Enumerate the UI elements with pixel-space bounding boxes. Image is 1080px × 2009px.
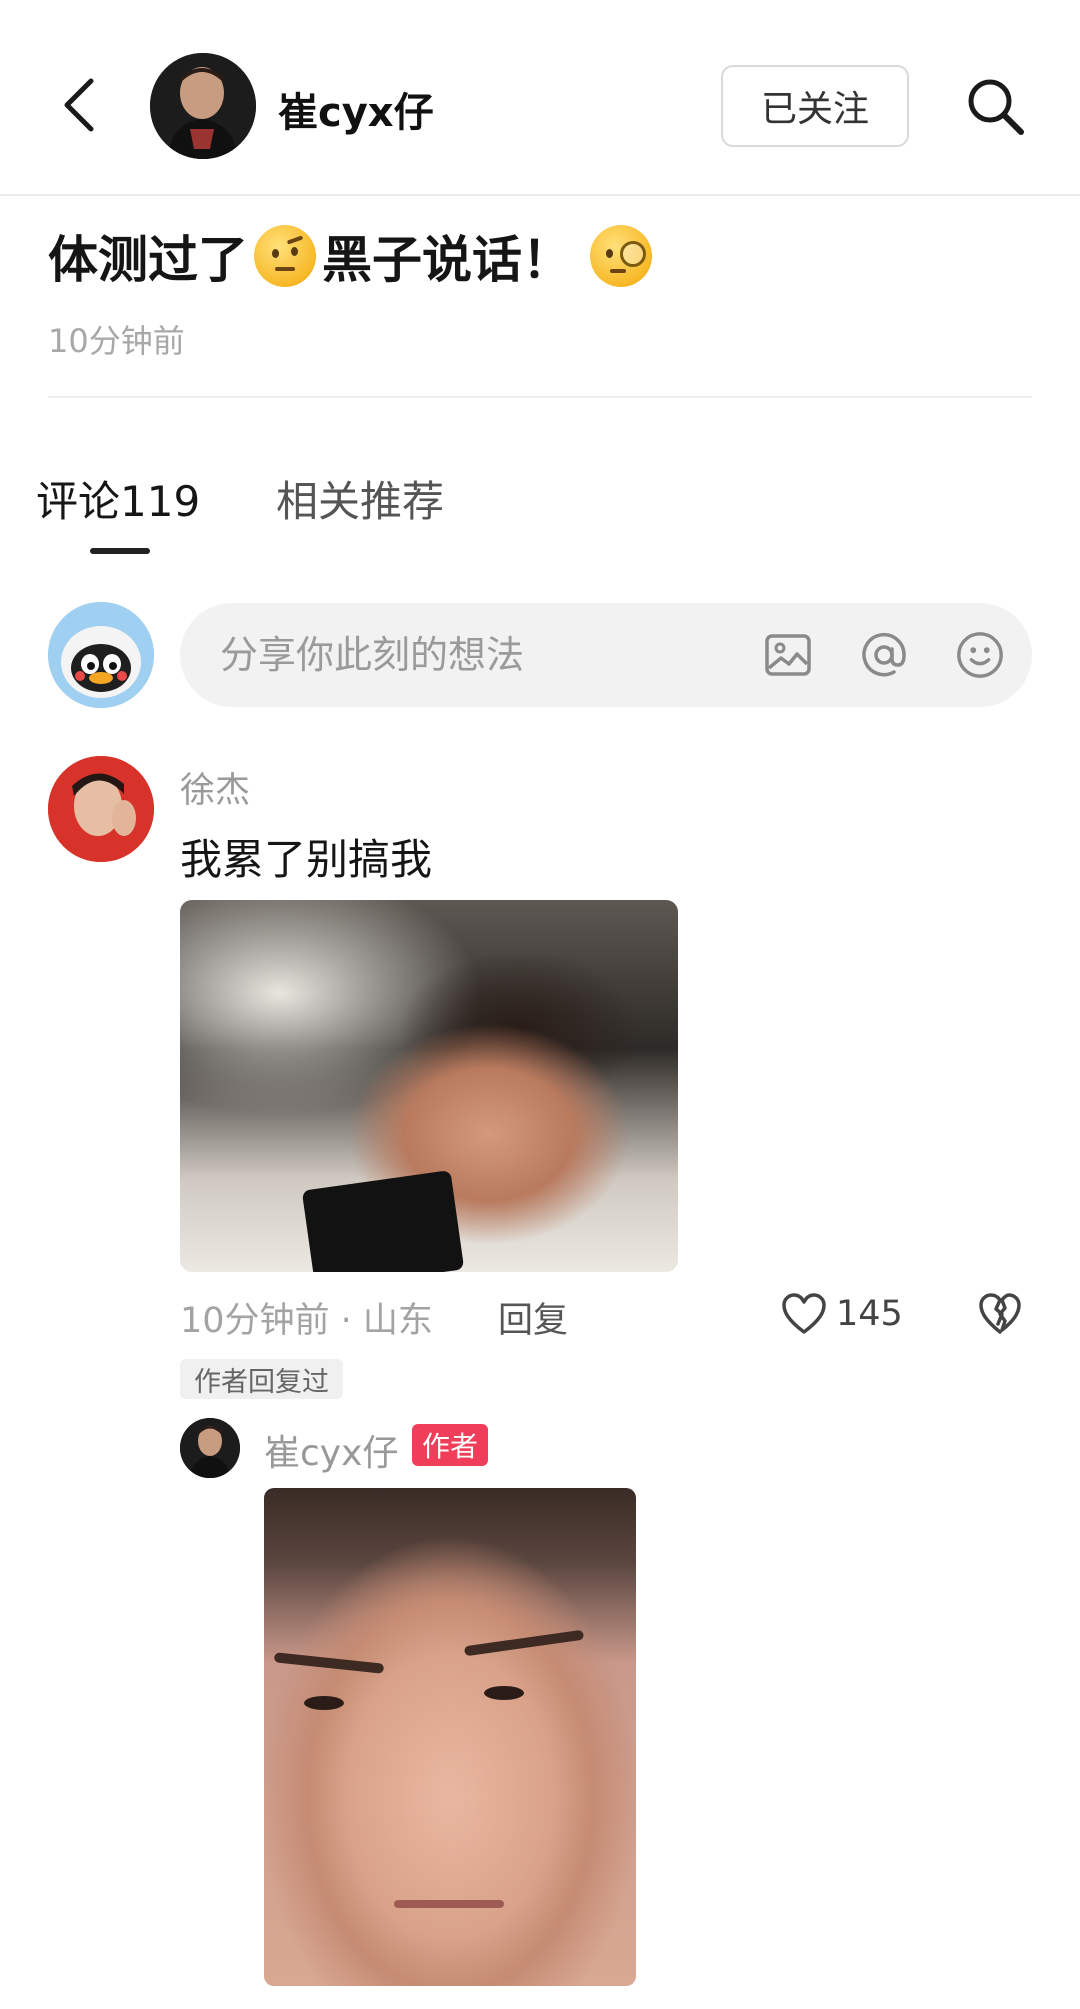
like-button[interactable]: 145 [780,1290,903,1338]
like-count: 145 [836,1294,903,1334]
header-divider [0,194,1080,196]
post-title-text-2: 黑子说话！ [322,231,572,289]
emoji-icon[interactable] [954,629,1006,681]
back-button[interactable] [44,70,114,140]
commenter-avatar[interactable] [48,756,154,862]
reply-button[interactable]: 回复 [498,1292,568,1343]
comment-text: 我累了别搞我 [180,835,433,884]
commenter-name[interactable]: 徐杰 [180,762,250,813]
active-tab-indicator [90,548,150,554]
post-title-text-1: 体测过了 [48,231,248,289]
author-name[interactable]: 崔cyx仔 [278,80,434,138]
author-replied-badge: 作者回复过 [180,1359,343,1399]
post-title: 体测过了 黑子说话！ [48,220,658,292]
monocle-face-emoji-icon [590,225,652,287]
comment-image[interactable] [180,900,678,1272]
my-avatar[interactable] [48,602,154,708]
avatar-image [180,1418,240,1478]
tab-related[interactable]: 相关推荐 [276,468,444,529]
reply-image[interactable] [264,1488,636,1986]
dislike-button[interactable] [976,1290,1024,1338]
post-timestamp: 10分钟前 [48,322,185,360]
comment-meta: 10分钟前 · 山东 [180,1301,433,1341]
follow-button[interactable]: 已关注 [721,65,909,147]
comment-input[interactable] [218,632,742,678]
phone-in-photo [301,1170,465,1272]
cartoon-avatar-image [48,602,154,708]
author-avatar[interactable] [150,53,256,159]
heart-icon [782,1293,826,1334]
at-mention-icon[interactable] [858,629,910,681]
avatar-image [48,756,154,862]
chevron-left-icon [64,78,94,132]
image-icon[interactable] [762,629,814,681]
comment-input-box[interactable] [180,603,1032,707]
tab-comments[interactable]: 评论119 [36,468,200,529]
author-badge: 作者 [412,1424,489,1466]
broken-heart-icon [979,1293,1021,1334]
reply-avatar[interactable] [180,1418,240,1478]
reply-author-name[interactable]: 崔cyx仔 [264,1424,398,1476]
section-divider [48,396,1032,398]
raised-eyebrow-emoji-icon [254,225,316,287]
search-button[interactable] [955,66,1035,146]
search-icon [968,79,1024,135]
avatar-image [150,53,256,159]
